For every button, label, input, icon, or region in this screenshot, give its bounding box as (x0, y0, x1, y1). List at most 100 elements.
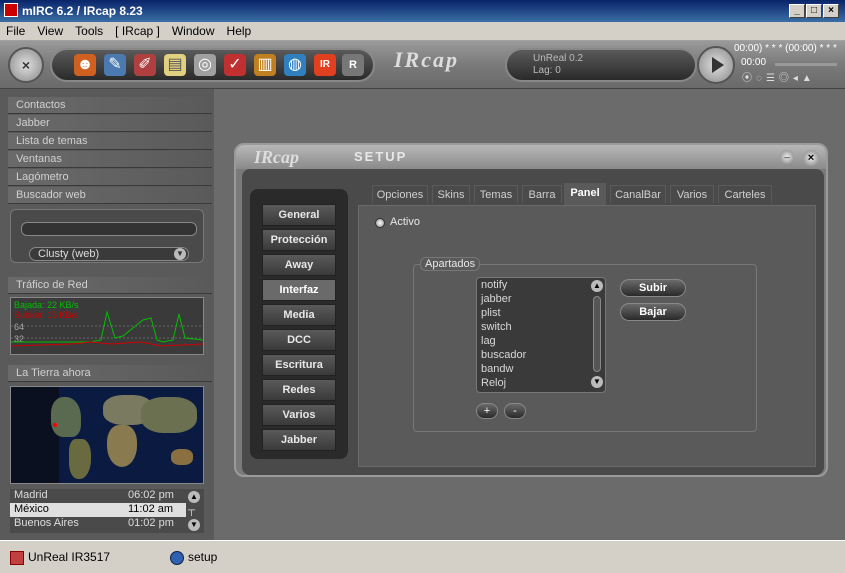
window-title: mIRC 6.2 / IRcap 8.23 (22, 4, 143, 18)
disc-icon[interactable]: ◎ (194, 54, 216, 76)
list-item[interactable]: notify (477, 278, 605, 292)
clock-time: 01:02 pm (128, 517, 174, 529)
location-marker (53, 423, 57, 427)
tab-opciones[interactable]: Opciones (372, 185, 428, 203)
tab-varios[interactable]: Varios (670, 185, 714, 203)
sidebar-item-contactos[interactable]: Contactos (8, 97, 212, 114)
nav-general[interactable]: General (262, 204, 336, 226)
volume-slider[interactable] (775, 63, 837, 66)
chevron-up-icon[interactable]: ▲ (188, 491, 200, 503)
task-unreal-label: UnReal IR3517 (28, 550, 111, 564)
nav-away[interactable]: Away (262, 254, 336, 276)
apartados-list[interactable]: notify jabber plist switch lag buscador … (476, 277, 606, 393)
pin-icon[interactable]: ┬ (188, 505, 195, 516)
close-button[interactable]: × (823, 4, 839, 18)
activo-radio[interactable] (375, 218, 385, 228)
check-icon[interactable]: ✓ (224, 54, 246, 76)
media-controls-icons[interactable]: ⦿◌☰◎◂▲ (742, 69, 816, 84)
sidebar-item-jabber[interactable]: Jabber (8, 115, 212, 132)
search-input[interactable] (21, 222, 197, 236)
menu-ircap[interactable]: [ IRcap ] (109, 22, 166, 40)
note-icon[interactable]: ▤ (164, 54, 186, 76)
face-icon[interactable]: ☻ (74, 54, 96, 76)
close-icon[interactable]: × (803, 150, 819, 166)
chevron-down-icon[interactable]: ▼ (188, 519, 200, 531)
nav-media[interactable]: Media (262, 304, 336, 326)
clock-time: 06:02 pm (128, 489, 174, 501)
minimize-button[interactable]: _ (789, 4, 805, 18)
menu-help[interactable]: Help (221, 22, 258, 40)
tab-carteles[interactable]: Carteles (718, 185, 772, 203)
menu-view[interactable]: View (31, 22, 69, 40)
earth-header: La Tierra ahora (8, 365, 212, 382)
nav-escritura[interactable]: Escritura (262, 354, 336, 376)
apartados-group: Apartados notify jabber plist switch lag… (413, 257, 757, 432)
tools-icon[interactable]: ✎ (104, 54, 126, 76)
server-label: UnReal 0.2 (533, 53, 584, 64)
menu-window[interactable]: Window (166, 22, 221, 40)
lag-label: Lag: 0 (533, 65, 561, 76)
list-item[interactable]: buscador (477, 348, 605, 362)
nav-dcc[interactable]: DCC (262, 329, 336, 351)
scroll-down-icon[interactable]: ▼ (591, 376, 603, 388)
remove-button[interactable]: - (504, 403, 526, 419)
add-button[interactable]: + (476, 403, 498, 419)
r-logo-icon[interactable]: R (342, 54, 364, 76)
window-taskbar: UnReal IR3517 setup (0, 540, 845, 573)
clock-city: Buenos Aires (14, 517, 79, 529)
clock-city: Madrid (14, 489, 48, 501)
pen-icon[interactable]: ✐ (134, 54, 156, 76)
list-item[interactable]: plist (477, 306, 605, 320)
sidebar-item-lista-de-temas[interactable]: Lista de temas (8, 133, 212, 150)
search-engine-select[interactable]: Clusty (web) ▼ (29, 247, 189, 261)
media-play-button[interactable] (697, 46, 735, 84)
title-bar: mIRC 6.2 / IRcap 8.23 _ □ × (0, 0, 845, 22)
list-item[interactable]: jabber (477, 292, 605, 306)
bajar-button[interactable]: Bajar (620, 303, 686, 321)
sidebar-item-lagometro[interactable]: Lagómetro (8, 169, 212, 186)
tab-skins[interactable]: Skins (432, 185, 470, 203)
chevron-down-icon: ▼ (174, 248, 186, 260)
list-item[interactable]: lag (477, 334, 605, 348)
nav-varios[interactable]: Varios (262, 404, 336, 426)
tab-panel[interactable]: Panel (564, 183, 606, 205)
minimize-icon[interactable]: – (780, 150, 794, 164)
ircap-toolbar: × ☻ ✎ ✐ ▤ ◎ ✓ ▥ ◍ IR R IRcap UnReal 0.2 … (0, 41, 845, 89)
setup-ircap-logo: IRcap (254, 147, 299, 167)
nav-interfaz[interactable]: Interfaz (262, 279, 336, 301)
world-clock: Madrid 06:02 pm México 11:02 am Buenos A… (10, 489, 204, 533)
nav-redes[interactable]: Redes (262, 379, 336, 401)
menu-tools[interactable]: Tools (69, 22, 109, 40)
list-item[interactable]: switch (477, 320, 605, 334)
search-engine-label: Clusty (web) (38, 248, 100, 260)
clock-time: 11:02 am (128, 503, 174, 515)
subir-button[interactable]: Subir (620, 279, 686, 297)
scroll-up-icon[interactable]: ▲ (591, 280, 603, 292)
scrollbar[interactable] (593, 296, 601, 372)
sidebar-item-ventanas[interactable]: Ventanas (8, 151, 212, 168)
traffic-header: Tráfico de Red (8, 277, 212, 294)
toolbar-icon-strip: ☻ ✎ ✐ ▤ ◎ ✓ ▥ ◍ IR R (50, 48, 375, 82)
task-unreal[interactable]: UnReal IR3517 (10, 547, 110, 567)
nav-jabber[interactable]: Jabber (262, 429, 336, 451)
server-info-panel: UnReal 0.2 Lag: 0 (505, 48, 697, 82)
tab-temas[interactable]: Temas (474, 185, 518, 203)
list-item[interactable]: bandw (477, 362, 605, 376)
globe-icon[interactable]: ◍ (284, 54, 306, 76)
setup-body: General Protección Away Interfaz Media D… (242, 169, 824, 475)
maximize-button[interactable]: □ (806, 4, 822, 18)
sidebar-item-buscador-web[interactable]: Buscador web (8, 187, 212, 204)
list-item[interactable]: Reloj (477, 376, 605, 390)
earth-map (10, 386, 204, 484)
ircap-logo-icon[interactable]: IR (314, 54, 336, 76)
clock-row-mexico[interactable]: México 11:02 am (10, 503, 186, 517)
task-setup[interactable]: setup (170, 547, 217, 567)
nav-proteccion[interactable]: Protección (262, 229, 336, 251)
gift-icon[interactable]: ▥ (254, 54, 276, 76)
clock-row-madrid: Madrid 06:02 pm (10, 489, 186, 503)
tab-barra[interactable]: Barra (522, 185, 562, 203)
menu-file[interactable]: File (0, 22, 31, 40)
close-round-button[interactable]: × (8, 47, 44, 83)
setup-title: SETUP (354, 149, 408, 164)
tab-canalbar[interactable]: CanalBar (610, 185, 666, 203)
